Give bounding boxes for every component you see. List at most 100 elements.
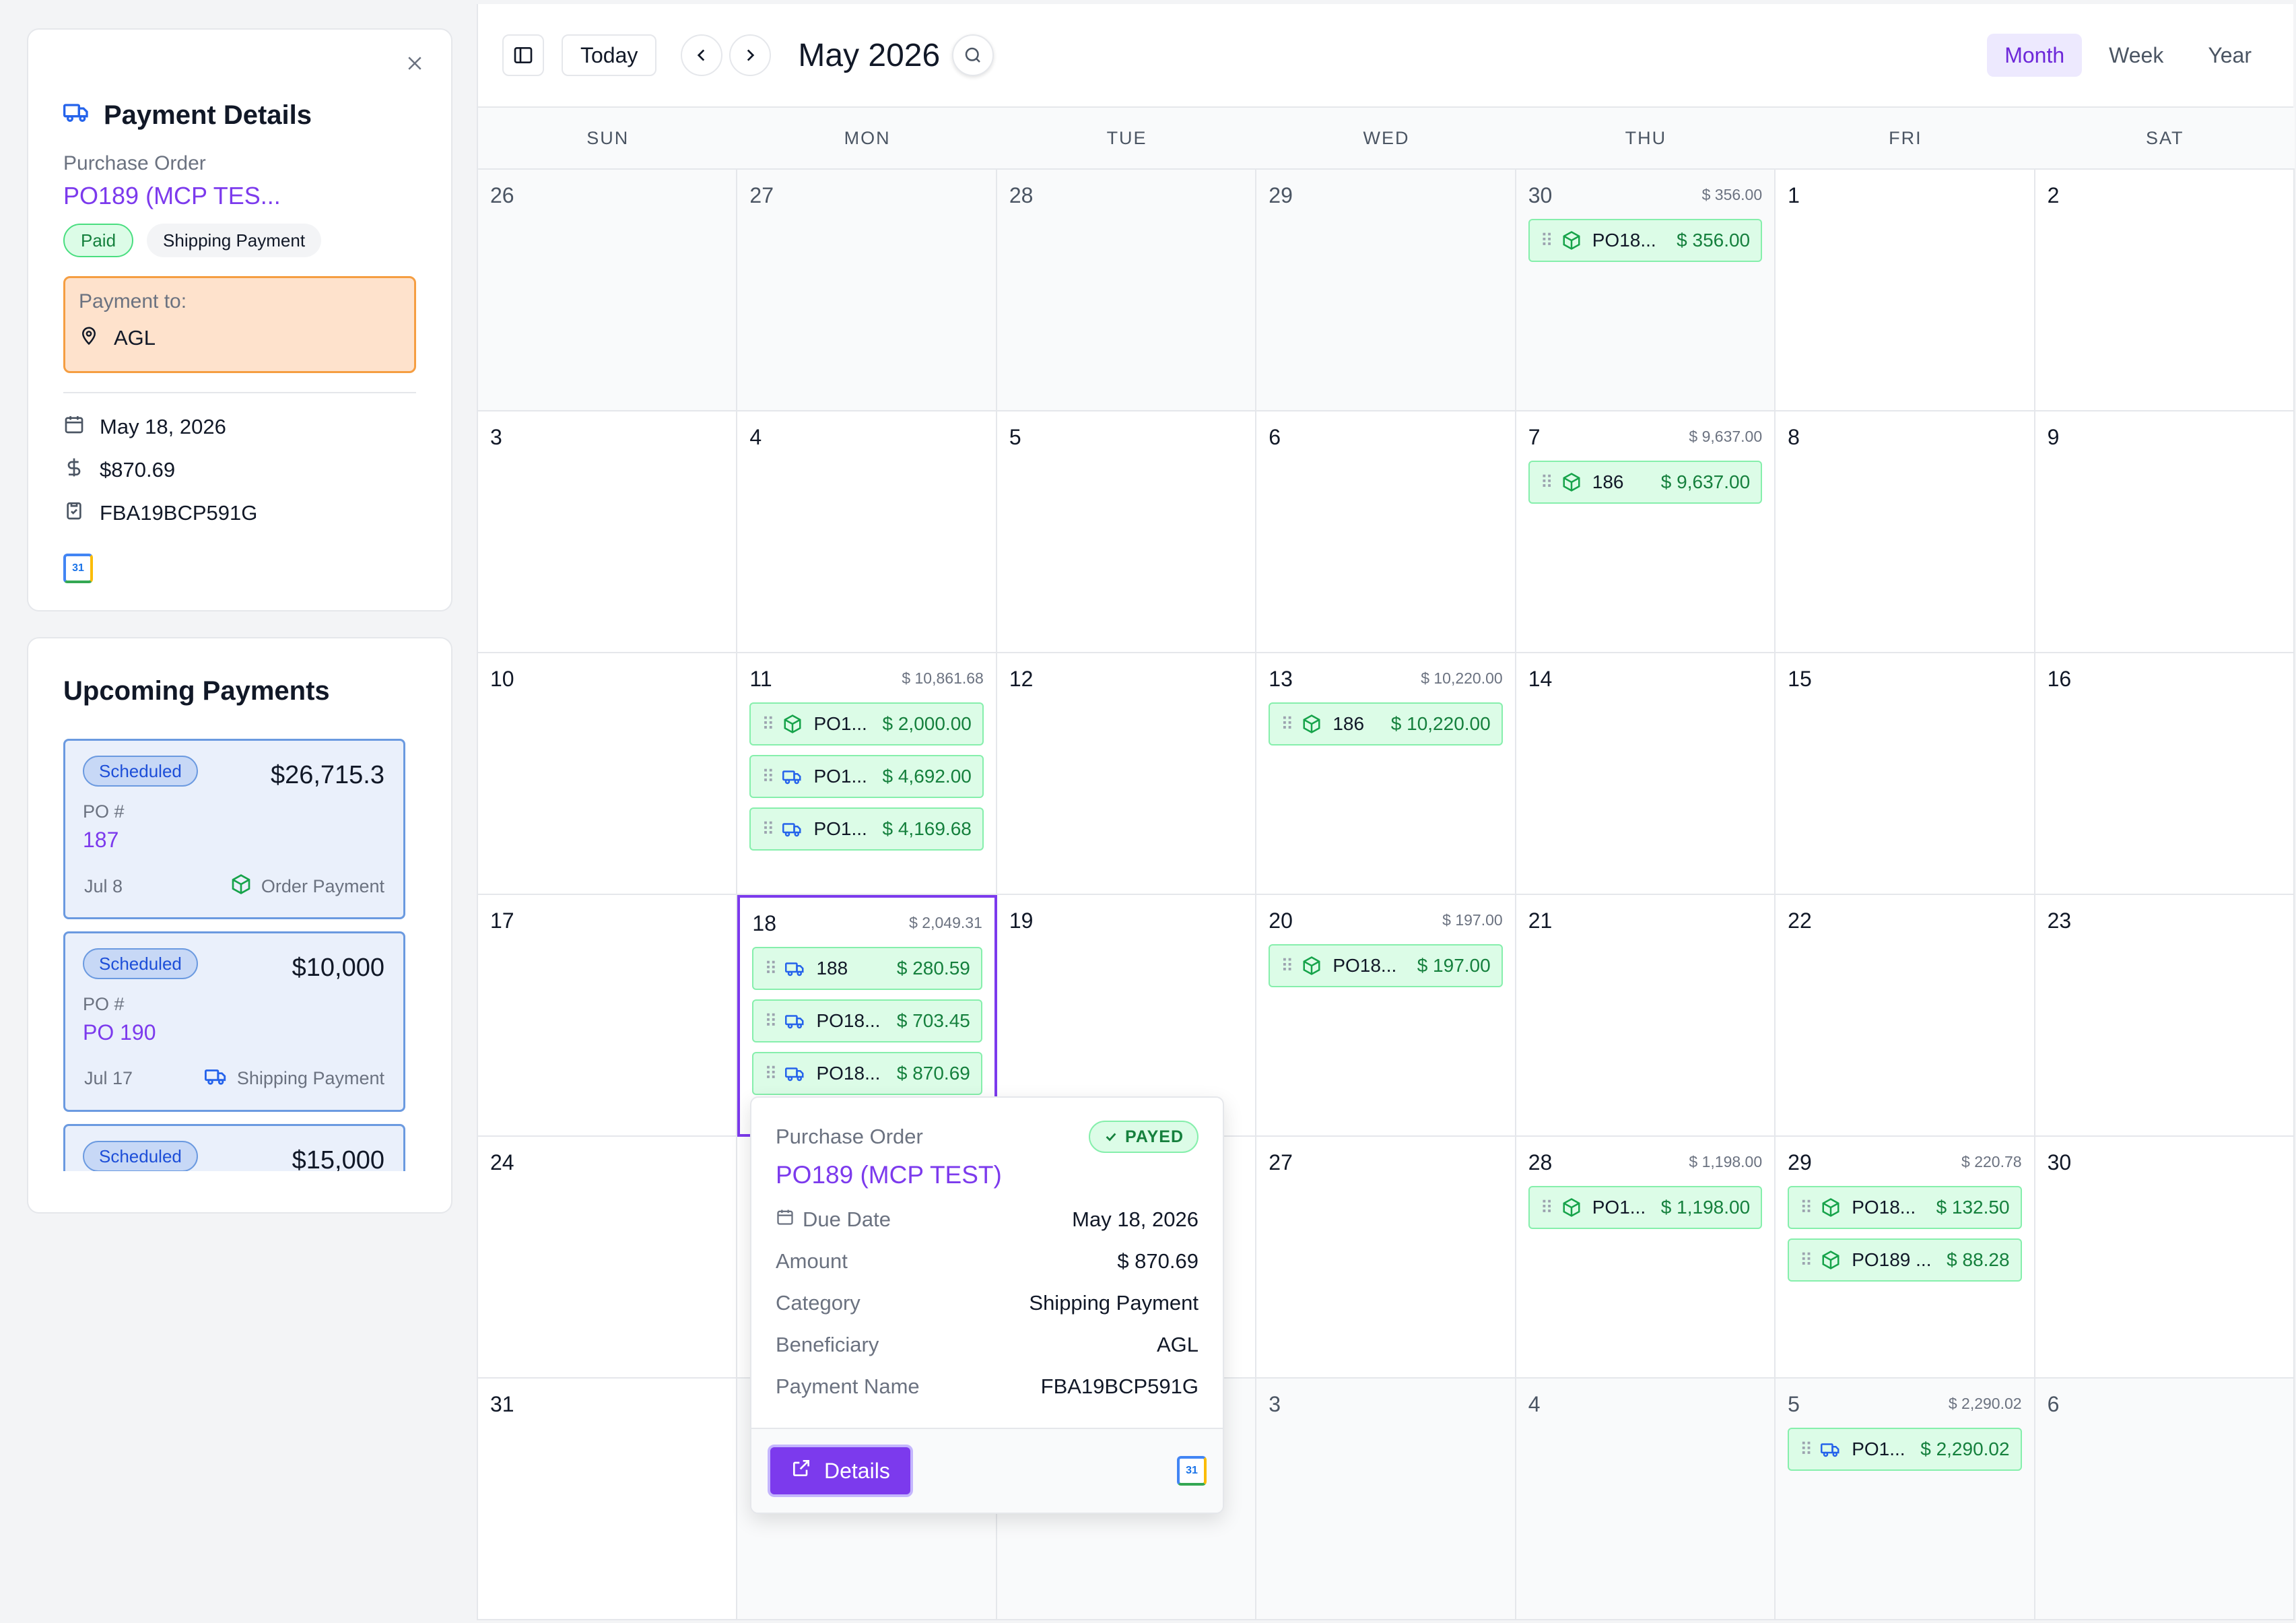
drag-handle-icon[interactable]: ⠿ [1541, 230, 1553, 251]
upcoming-item[interactable]: Scheduled $26,715.3 PO # 187 Jul 8 Order… [63, 739, 405, 919]
drag-handle-icon[interactable]: ⠿ [1800, 1439, 1813, 1460]
day-cell[interactable]: 31 [478, 1379, 738, 1620]
day-cell[interactable]: 10 [478, 653, 738, 895]
day-cell[interactable]: 3 [478, 411, 738, 653]
chevron-left-icon[interactable] [681, 34, 723, 76]
day-cell[interactable]: 12 [997, 653, 1257, 895]
upcoming-list[interactable]: Scheduled $26,715.3 PO # 187 Jul 8 Order… [63, 739, 416, 1171]
payment-event[interactable]: ⠿ 188 $ 280.59 [752, 947, 982, 990]
tab-month[interactable]: Month [1987, 34, 2083, 77]
day-cell[interactable]: 15 [1776, 653, 2035, 895]
day-cell[interactable]: 8 [1776, 411, 2035, 653]
payment-event[interactable]: ⠿ PO1... $ 4,169.68 [749, 807, 984, 851]
day-cell[interactable]: 28 $ 1,198.00 ⠿ PO1... $ 1,198.00 [1516, 1137, 1776, 1379]
payment-event[interactable]: ⠿ PO189 ... $ 88.28 [1788, 1238, 2022, 1282]
upcoming-amount: $26,715.3 [270, 761, 384, 789]
day-cell[interactable]: 11 $ 10,861.68 ⠿ PO1... $ 2,000.00 ⠿ PO1... $ 4… [737, 653, 997, 895]
upcoming-item[interactable]: Scheduled $10,000 PO # PO 190 Jul 17 Shi… [63, 931, 405, 1112]
day-cell[interactable]: 1 [1776, 170, 2035, 411]
day-cell[interactable]: 5 $ 2,290.02 ⠿ PO1... $ 2,290.02 [1776, 1379, 2035, 1620]
day-number: 14 [1528, 667, 1553, 691]
drag-handle-icon[interactable]: ⠿ [1281, 956, 1293, 976]
truck-icon [785, 1011, 805, 1031]
day-cell[interactable]: 16 [2035, 653, 2295, 895]
calendar-toolbar: Today May 2026 Month Week Year [478, 4, 2293, 108]
upcoming-po-link[interactable]: 187 [83, 828, 386, 853]
day-cell[interactable]: 21 [1516, 895, 1776, 1137]
popover-po-link[interactable]: PO189 (MCP TEST) [776, 1161, 1198, 1189]
event-name: PO18... [1332, 955, 1397, 976]
payment-event[interactable]: ⠿ PO1... $ 2,000.00 [749, 702, 984, 746]
drag-handle-icon[interactable]: ⠿ [762, 714, 774, 735]
truck-icon [782, 819, 803, 839]
day-cell[interactable]: 4 [1516, 1379, 1776, 1620]
day-cell[interactable]: 3 [1256, 1379, 1516, 1620]
payment-event[interactable]: ⠿ 186 $ 10,220.00 [1269, 702, 1503, 746]
day-number: 19 [1009, 908, 1034, 933]
day-cell[interactable]: 4 [737, 411, 997, 653]
payment-event[interactable]: ⠿ PO18... $ 197.00 [1269, 944, 1503, 987]
search-icon[interactable] [952, 34, 994, 76]
day-cell[interactable]: 6 [2035, 1379, 2295, 1620]
day-cell[interactable]: 7 $ 9,637.00 ⠿ 186 $ 9,637.00 [1516, 411, 1776, 653]
box-icon [1302, 714, 1322, 734]
drag-handle-icon[interactable]: ⠿ [762, 766, 774, 787]
payment-event[interactable]: ⠿ PO1... $ 2,290.02 [1788, 1428, 2022, 1471]
scheduled-badge: Scheduled [83, 1141, 198, 1171]
today-button[interactable]: Today [562, 34, 657, 76]
day-cell[interactable]: 29 $ 220.78 ⠿ PO18... $ 132.50 ⠿ PO189 ... $ 88… [1776, 1137, 2035, 1379]
drag-handle-icon[interactable]: ⠿ [764, 1011, 777, 1032]
drag-handle-icon[interactable]: ⠿ [1541, 1197, 1553, 1218]
day-cell[interactable]: 30 $ 356.00 ⠿ PO18... $ 356.00 [1516, 170, 1776, 411]
chevron-right-icon[interactable] [729, 34, 772, 76]
drag-handle-icon[interactable]: ⠿ [1541, 472, 1553, 493]
drag-handle-icon[interactable]: ⠿ [1800, 1250, 1813, 1271]
day-cell[interactable]: 28 [997, 170, 1257, 411]
day-cell[interactable]: 20 $ 197.00 ⠿ PO18... $ 197.00 [1256, 895, 1516, 1137]
day-cell[interactable]: 27 [737, 170, 997, 411]
scheduled-badge: Scheduled [83, 756, 198, 787]
upcoming-item[interactable]: Scheduled $15,000 [63, 1124, 405, 1171]
event-name: PO18... [1852, 1197, 1916, 1218]
po-link[interactable]: PO189 (MCP TES... [63, 182, 416, 210]
close-icon[interactable] [396, 44, 434, 82]
tab-week[interactable]: Week [2091, 34, 2181, 77]
details-button[interactable]: Details [768, 1445, 913, 1497]
day-cell[interactable]: 26 [478, 170, 738, 411]
google-calendar-icon[interactable]: 31 [63, 554, 416, 583]
day-cell[interactable]: 2 [2035, 170, 2295, 411]
google-calendar-icon[interactable]: 31 [1177, 1456, 1207, 1486]
drag-handle-icon[interactable]: ⠿ [764, 958, 777, 979]
day-cell[interactable]: 9 [2035, 411, 2295, 653]
day-cell[interactable]: 5 [997, 411, 1257, 653]
day-cell[interactable]: 22 [1776, 895, 2035, 1137]
day-cell[interactable]: 6 [1256, 411, 1516, 653]
day-cell[interactable]: 23 [2035, 895, 2295, 1137]
payment-event[interactable]: ⠿ PO1... $ 1,198.00 [1528, 1186, 1763, 1229]
payment-event[interactable]: ⠿ PO18... $ 356.00 [1528, 219, 1763, 262]
upcoming-amount: $10,000 [292, 954, 384, 982]
payment-event[interactable]: ⠿ PO1... $ 4,692.00 [749, 755, 984, 798]
day-total: $ 1,198.00 [1689, 1153, 1763, 1170]
payment-event[interactable]: ⠿ PO18... $ 703.45 [752, 999, 982, 1042]
drag-handle-icon[interactable]: ⠿ [764, 1063, 777, 1084]
drag-handle-icon[interactable]: ⠿ [1281, 714, 1293, 735]
upcoming-po-link[interactable]: PO 190 [83, 1020, 386, 1045]
payment-event[interactable]: ⠿ PO18... $ 870.69 [752, 1052, 982, 1095]
day-cell[interactable]: 13 $ 10,220.00 ⠿ 186 $ 10,220.00 [1256, 653, 1516, 895]
day-cell[interactable]: 24 [478, 1137, 738, 1379]
day-cell[interactable]: 29 [1256, 170, 1516, 411]
day-number: 30 [2047, 1150, 2072, 1174]
sidebar-toggle-icon[interactable] [502, 34, 544, 76]
day-cell[interactable]: 30 [2035, 1137, 2295, 1379]
event-name: PO18... [1592, 230, 1656, 251]
day-cell[interactable]: 17 [478, 895, 738, 1137]
day-cell[interactable]: 27 [1256, 1137, 1516, 1379]
drag-handle-icon[interactable]: ⠿ [1800, 1197, 1813, 1218]
day-number: 5 [1009, 425, 1021, 449]
day-cell[interactable]: 14 [1516, 653, 1776, 895]
drag-handle-icon[interactable]: ⠿ [762, 819, 774, 840]
payment-event[interactable]: ⠿ 186 $ 9,637.00 [1528, 461, 1763, 504]
payment-event[interactable]: ⠿ PO18... $ 132.50 [1788, 1186, 2022, 1229]
tab-year[interactable]: Year [2190, 34, 2269, 77]
